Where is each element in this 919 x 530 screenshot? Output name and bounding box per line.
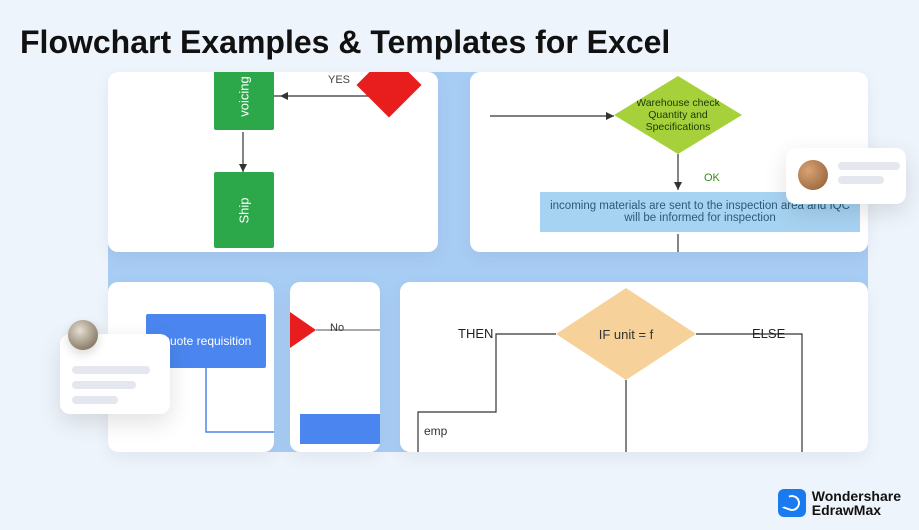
template-card-4[interactable]: No [290,282,380,452]
avatar-icon [798,160,828,190]
decision-triangle-icon [290,312,316,348]
warehouse-check-node: Warehouse check Quantity and Specificati… [614,76,742,154]
emp-label: emp [424,424,447,438]
yes-label: YES [328,74,350,86]
user-comment-card-2 [60,334,170,414]
template-card-5[interactable]: THEN IF unit = f ELSE emp [400,282,868,452]
page-title: Flowchart Examples & Templates for Excel [20,24,670,61]
template-card-1[interactable]: voicing Ship YES [108,72,438,252]
node-ship: Ship [237,197,252,223]
else-label: ELSE [752,326,785,341]
edrawmax-icon [778,489,806,517]
ok-label: OK [704,172,720,184]
user-comment-card-1 [786,148,906,204]
brand-line1: Wondershare [812,489,901,504]
brand-logo: Wondershare EdrawMax [778,489,901,518]
no-label: No [330,322,344,334]
if-condition-node: IF unit = f [556,288,696,380]
decision-icon [356,72,421,118]
avatar-icon [68,320,98,350]
node-invoicing: voicing [237,76,252,116]
brand-line2: EdrawMax [812,503,901,518]
then-label: THEN [458,326,493,341]
